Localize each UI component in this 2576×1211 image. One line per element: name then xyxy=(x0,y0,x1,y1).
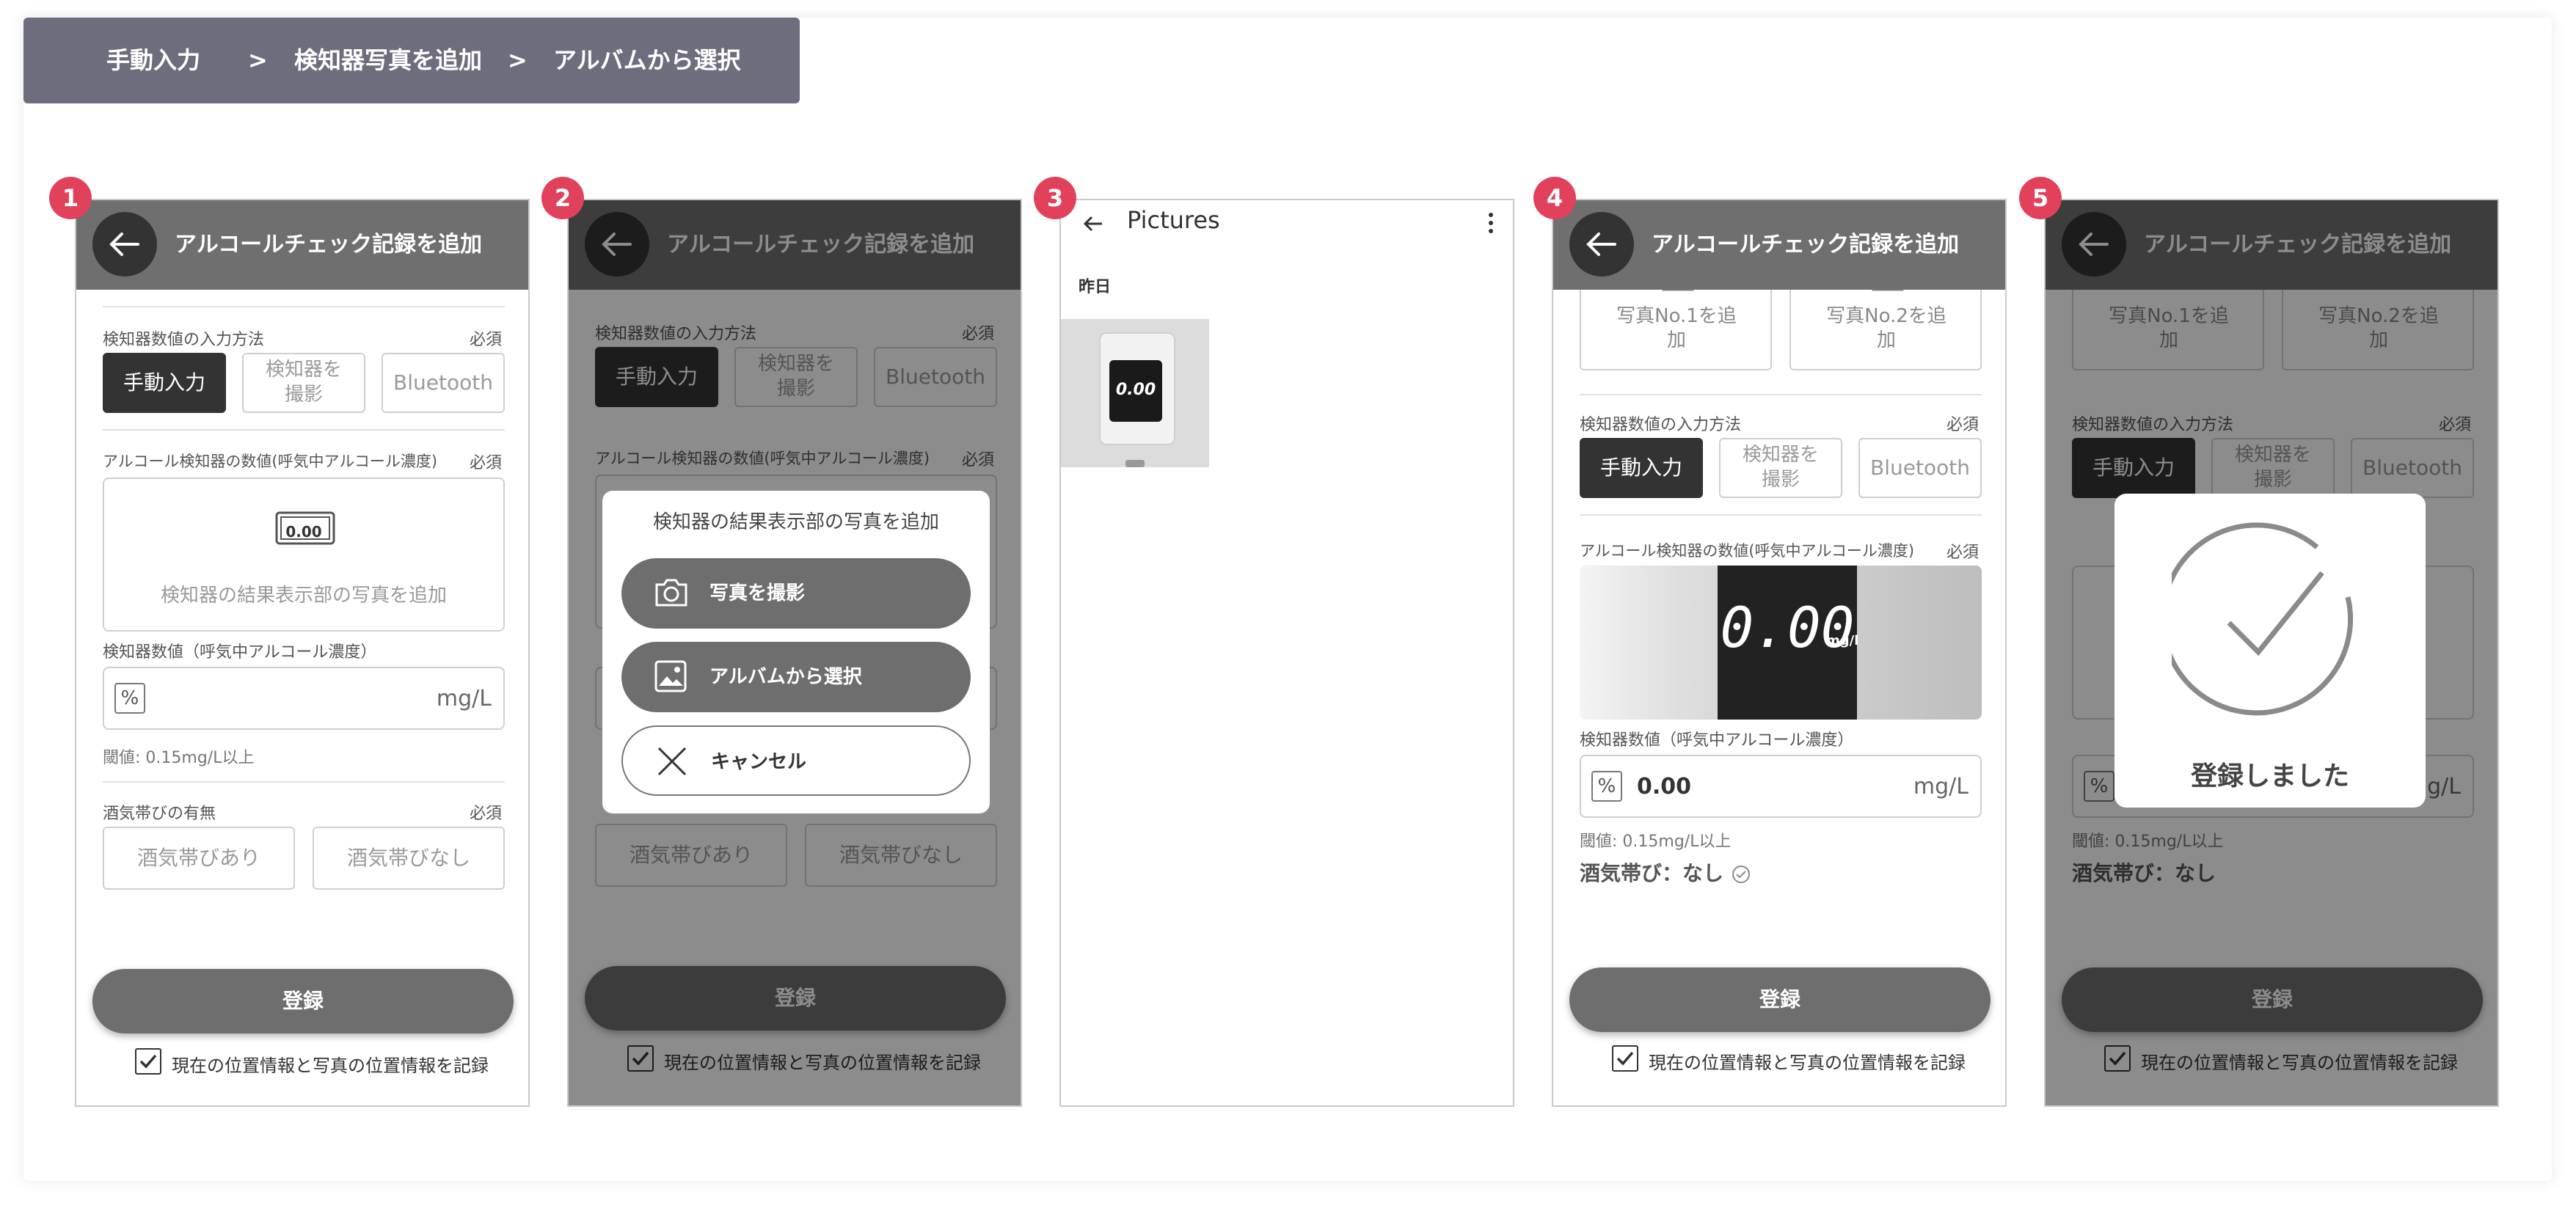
take-photo-label: 写真を撮影 xyxy=(709,582,806,604)
submit-button[interactable]: 登録 xyxy=(92,969,514,1033)
drunk-result: 酒気帯び：なし xyxy=(1580,857,1751,887)
image-icon xyxy=(654,660,687,692)
photo-unit: mg/l xyxy=(1826,633,1859,648)
app-header: アルコールチェック記録を追加 xyxy=(76,200,528,290)
required-tag: 必須 xyxy=(469,805,502,823)
photo-1-label: 写真No.1を追加 xyxy=(1616,305,1737,351)
threshold-text: 閾値: 0.15mg/L以上 xyxy=(103,749,255,767)
required-tag: 必須 xyxy=(469,454,502,472)
device-button xyxy=(1125,460,1145,467)
photo-thumbnail[interactable]: 0.00 xyxy=(1061,319,1209,467)
back-button[interactable] xyxy=(92,212,157,277)
checkmark-icon xyxy=(139,1054,157,1069)
app-header: アルコールチェック記録を追加 xyxy=(1553,200,2005,290)
unit-label: mg/L xyxy=(1913,774,1969,800)
bluetooth-button[interactable]: Bluetooth xyxy=(382,353,505,413)
cancel-button[interactable]: キャンセル xyxy=(621,725,971,796)
camera-icon xyxy=(655,579,687,607)
manual-input-button[interactable]: 手動入力 xyxy=(1580,438,1703,498)
required-tag: 必須 xyxy=(1946,544,1979,562)
screen-title: アルコールチェック記録を追加 xyxy=(175,232,483,257)
location-checkbox[interactable] xyxy=(1612,1045,1638,1072)
screen-2-photo-sheet: アルコールチェック記録を追加 検知器数値の入力方法 必須 手動入力 検知器を撮影… xyxy=(567,199,1022,1107)
drunk-no-button[interactable]: 酒気帯びなし xyxy=(313,827,505,890)
close-icon xyxy=(657,747,687,776)
detector-value-input[interactable]: % mg/L xyxy=(103,667,505,730)
detector-photo[interactable]: 0.00 mg/l xyxy=(1580,566,1982,720)
screen-5-registered: 写真No.1を追加 写真No.2を追加 アルコールチェック記録を追加 検知器数値… xyxy=(2044,199,2499,1107)
cancel-label: キャンセル xyxy=(711,751,807,773)
take-photo-button[interactable]: 写真を撮影 xyxy=(621,558,971,629)
divider xyxy=(103,781,505,783)
step-badge-5: 5 xyxy=(2019,177,2062,219)
success-modal: 登録しました xyxy=(2115,494,2426,808)
check-circle-icon xyxy=(1732,866,1750,883)
album-select-button[interactable]: アルバムから選択 xyxy=(621,642,971,712)
drunk-result-text: 酒気帯び：なし xyxy=(1580,861,1724,885)
threshold-text: 閾値: 0.15mg/L以上 xyxy=(1580,833,1732,851)
success-message: 登録しました xyxy=(2190,761,2349,791)
bluetooth-button[interactable]: Bluetooth xyxy=(1858,438,1982,498)
photo-reading: 0.00 xyxy=(1720,595,1855,660)
submit-button[interactable]: 登録 xyxy=(1569,967,1991,1032)
photo-2-label: 写真No.2を追加 xyxy=(1826,305,1946,351)
input-method-label: 検知器数値の入力方法 xyxy=(1580,416,1742,434)
album-select-label: アルバムから選択 xyxy=(709,666,862,688)
divider xyxy=(103,306,505,307)
percent-icon: % xyxy=(114,683,145,714)
location-checkbox[interactable] xyxy=(135,1048,161,1075)
detector-value-input[interactable]: % 0.00 mg/L xyxy=(1580,755,1982,818)
step-badge-4: 4 xyxy=(1533,177,1576,219)
breadcrumb-separator: > xyxy=(508,46,528,74)
manual-input-button[interactable]: 手動入力 xyxy=(103,353,226,413)
location-checkbox-label: 現在の位置情報と写真の位置情報を記録 xyxy=(1649,1053,1966,1073)
detector-value-label: 検知器数値（呼気中アルコール濃度） xyxy=(103,643,377,662)
sheet-title: 検知器の結果表示部の写真を追加 xyxy=(652,511,939,533)
step-badge-2: 2 xyxy=(541,177,584,219)
breadcrumb-step-1: 手動入力 xyxy=(106,46,201,74)
thumbnail-reading: 0.00 xyxy=(1115,381,1156,399)
camera-button[interactable]: 検知器を撮影 xyxy=(1719,438,1842,498)
section-label: 昨日 xyxy=(1079,278,1112,296)
divider xyxy=(1580,394,1982,395)
divider xyxy=(103,429,505,431)
arrow-left-icon xyxy=(1586,233,1616,256)
detector-value-label: 検知器数値（呼気中アルコール濃度） xyxy=(1580,731,1854,750)
check-circle-icon xyxy=(2172,522,2354,716)
step-badge-3: 3 xyxy=(1034,177,1076,219)
checkmark-icon xyxy=(1616,1051,1634,1066)
percent-icon: % xyxy=(1591,771,1622,802)
required-tag: 必須 xyxy=(1946,416,1979,434)
drunk-label: 酒気帯びの有無 xyxy=(103,805,216,823)
breadcrumb: 手動入力 > 検知器写真を追加 > アルバムから選択 xyxy=(23,18,800,103)
add-photo-area[interactable]: 0.00 検知器の結果表示部の写真を追加 xyxy=(103,478,505,632)
breadcrumb-step-3: アルバムから選択 xyxy=(553,46,741,74)
step-badge-1: 1 xyxy=(49,177,92,219)
screen-title: アルコールチェック記録を追加 xyxy=(1652,232,1960,257)
breadcrumb-step-2: 検知器写真を追加 xyxy=(294,46,483,74)
input-method-label: 検知器数値の入力方法 xyxy=(103,331,265,349)
screen-1-manual-input: アルコールチェック記録を追加 検知器数値の入力方法 必須 手動入力 検知器を撮影… xyxy=(75,199,530,1107)
drunk-yes-button[interactable]: 酒気帯びあり xyxy=(103,827,295,890)
required-tag: 必須 xyxy=(469,331,502,349)
screen-3-picture-picker: Pictures 昨日 0.00 xyxy=(1059,199,1514,1107)
detector-value: 0.00 xyxy=(1637,774,1692,800)
placeholder-reading: 0.00 xyxy=(285,523,322,541)
divider xyxy=(1580,514,1982,516)
camera-button[interactable]: 検知器を撮影 xyxy=(242,353,365,413)
alcohol-value-label: アルコール検知器の数値(呼気中アルコール濃度) xyxy=(103,453,438,470)
picker-title: Pictures xyxy=(1127,206,1220,234)
unit-label: mg/L xyxy=(436,686,492,711)
alcohol-value-label: アルコール検知器の数値(呼気中アルコール濃度) xyxy=(1580,542,1915,560)
location-checkbox-label: 現在の位置情報と写真の位置情報を記録 xyxy=(172,1055,489,1076)
arrow-left-icon[interactable] xyxy=(1079,209,1108,238)
more-vertical-icon[interactable] xyxy=(1486,211,1495,235)
back-button[interactable] xyxy=(1569,212,1634,277)
arrow-left-icon xyxy=(109,233,139,256)
breadcrumb-separator: > xyxy=(248,46,268,74)
screen-4-photo-added: 写真No.1を追加 写真No.2を追加 アルコールチェック記録を追加 検知器数値… xyxy=(1552,199,2007,1107)
add-photo-text: 検知器の結果表示部の写真を追加 xyxy=(160,585,447,607)
photo-source-sheet: 検知器の結果表示部の写真を追加 写真を撮影 アルバムから選択 キャンセル xyxy=(602,491,990,813)
